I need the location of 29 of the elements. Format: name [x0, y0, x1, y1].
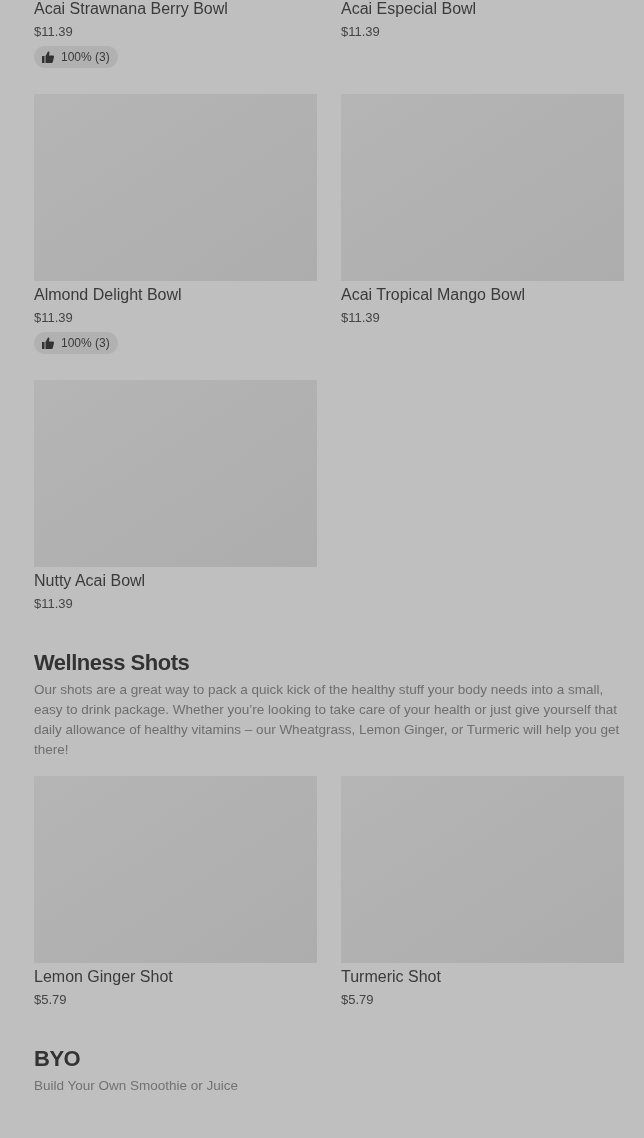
item-name: Lemon Ginger Shot	[34, 967, 173, 987]
menu-item-card[interactable]: Lemon Ginger Shot $5.79	[34, 776, 317, 1009]
rating-text: 100% (3)	[61, 50, 110, 64]
item-price: $11.39	[34, 595, 73, 613]
menu-item-card[interactable]: Acai Especial Bowl $11.39	[341, 0, 624, 68]
rating-text: 100% (3)	[61, 336, 110, 350]
menu-item-card[interactable]: Almond Delight Bowl $11.39 100% (3)	[34, 94, 317, 354]
menu-item-card[interactable]: Acai Strawnana Berry Bowl $11.39 100% (3)	[34, 0, 317, 68]
item-name: Almond Delight Bowl	[34, 285, 182, 305]
item-name: Nutty Acai Bowl	[34, 571, 146, 591]
item-name: Acai Especial Bowl	[341, 0, 477, 19]
item-price: $11.39	[341, 23, 380, 41]
menu-item-card[interactable]: Nutty Acai Bowl $11.39	[34, 380, 317, 613]
item-name: Acai Tropical Mango Bowl	[341, 285, 526, 305]
section-description: Build Your Own Smoothie or Juice	[34, 1077, 240, 1095]
item-name: Acai Strawnana Berry Bowl	[34, 0, 228, 19]
item-price: $5.79	[34, 991, 67, 1009]
menu-item-card[interactable]: Turmeric Shot $5.79	[341, 776, 624, 1009]
thumbs-up-icon	[42, 51, 54, 63]
item-price: $5.79	[341, 991, 374, 1009]
section-heading: Wellness Shots	[34, 649, 191, 677]
section-description: Our shots are a great way to pack a quick kick of the healthy stuff your body needs into a small, easy to drink package. Whether you’re looking to take care of your health or just give yourself that daily allowance of healthy vitamins – our Wheatgrass, Lemon Ginger, or Turmeric will help you get there!	[34, 681, 621, 759]
section-heading: BYO	[34, 1045, 82, 1073]
menu-item-card[interactable]: Acai Tropical Mango Bowl $11.39	[341, 94, 624, 354]
item-price: $11.39	[34, 23, 73, 41]
item-price: $11.39	[341, 309, 380, 327]
item-price: $11.39	[34, 309, 73, 327]
item-name: Turmeric Shot	[341, 967, 441, 987]
thumbs-up-icon	[42, 337, 54, 349]
